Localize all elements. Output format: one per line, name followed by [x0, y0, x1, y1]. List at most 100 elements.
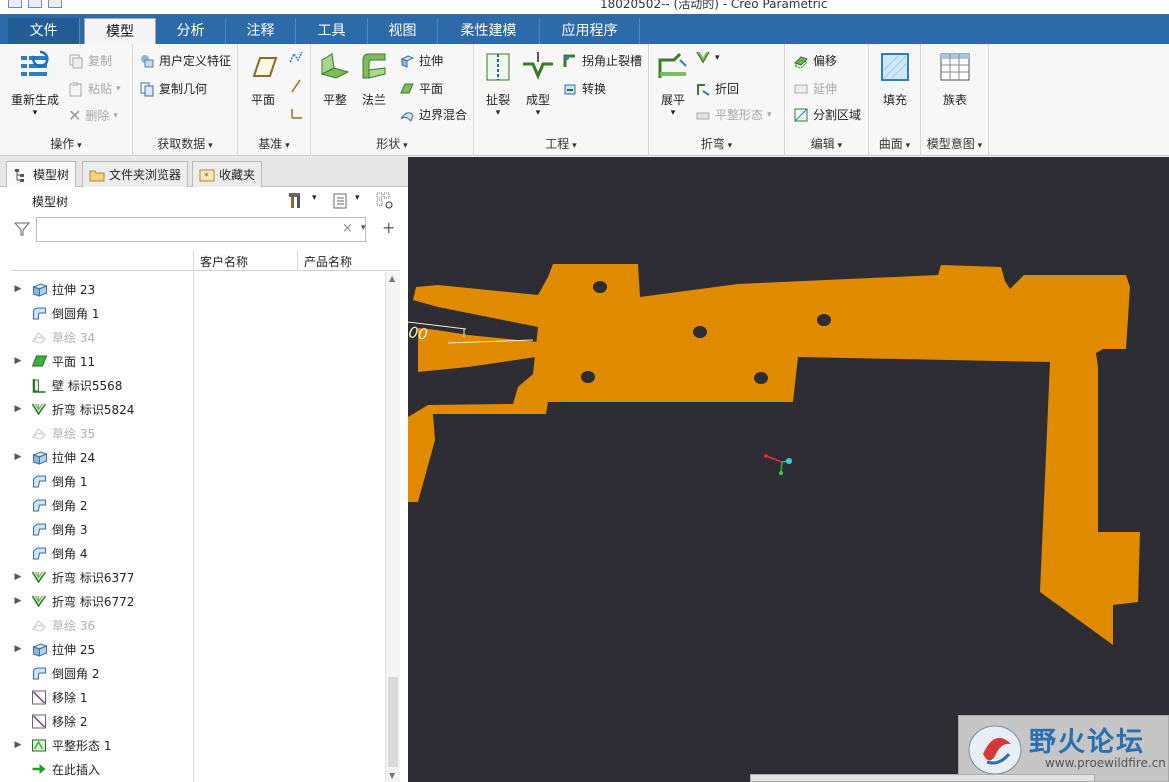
graphics-window[interactable]: 00 — [408, 157, 1169, 782]
coordinate-system-icon[interactable] — [288, 106, 304, 122]
tree-scrollbar[interactable]: ▲ ▼ — [385, 272, 400, 782]
bend-button[interactable]: ▾ — [695, 50, 720, 66]
rip-button[interactable]: 扯裂 ▾ — [478, 50, 518, 118]
scrollbar-thumb[interactable] — [388, 677, 398, 767]
expand-arrow-icon[interactable]: ▶ — [12, 644, 24, 654]
paste-button[interactable]: 粘贴 ▾ — [68, 80, 121, 97]
datum-plane-button[interactable]: 平面 — [244, 50, 282, 108]
group-label-datum[interactable]: 基准 — [238, 135, 310, 152]
tab-applications[interactable]: 应用程序 — [540, 18, 640, 44]
convert-button[interactable]: 转换 — [562, 80, 606, 97]
group-label-get-data[interactable]: 获取数据 — [133, 135, 237, 152]
extend-button[interactable]: 延伸 — [793, 80, 837, 97]
open-file-icon[interactable] — [28, 0, 42, 8]
chevron-down-icon[interactable]: ▾ — [361, 223, 366, 233]
flange-wall-button[interactable]: 法兰 — [355, 50, 393, 108]
tree-item[interactable]: 倒角 2 — [12, 493, 192, 517]
tree-item[interactable]: ▶ 折弯 标识6377 — [12, 565, 192, 589]
sheetmetal-part[interactable]: 00 — [408, 157, 1169, 782]
flatten-wall-button[interactable]: 平整 — [315, 50, 355, 108]
quick-access-toolbar[interactable] — [8, 0, 62, 8]
tab-annotate[interactable]: 注释 — [226, 18, 296, 44]
unbend-button[interactable]: 展平 ▾ — [653, 50, 693, 118]
group-label-model-intent[interactable]: 模型意图 — [921, 135, 988, 152]
corner-relief-button[interactable]: 拐角止裂槽 — [562, 52, 642, 69]
tab-file[interactable]: 文件 — [8, 18, 80, 44]
chevron-down-icon[interactable]: ▾ — [355, 193, 360, 203]
planar-button[interactable]: 平面 — [399, 80, 443, 97]
tree-item[interactable]: ▶ 平整形态 1 — [12, 733, 192, 757]
group-label-bends[interactable]: 折弯 — [649, 135, 784, 152]
tree-item[interactable]: 倒角 4 — [12, 541, 192, 565]
tree-item[interactable]: ▶ 折弯 标识6772 — [12, 589, 192, 613]
group-label-operations[interactable]: 操作 — [0, 135, 132, 152]
expand-arrow-icon[interactable]: ▶ — [12, 356, 24, 366]
group-label-shapes[interactable]: 形状 — [311, 135, 473, 152]
show-options-icon[interactable] — [332, 193, 348, 209]
tree-item[interactable]: 在此插入 — [12, 757, 192, 781]
form-button[interactable]: 成型 ▾ — [518, 50, 558, 118]
expand-arrow-icon[interactable]: ▶ — [12, 596, 24, 606]
tree-item[interactable]: 倒圆角 1 — [12, 301, 192, 325]
clear-icon[interactable]: × — [342, 221, 353, 236]
group-label-surfaces[interactable]: 曲面 — [869, 135, 920, 152]
tree-item[interactable]: ▶ 平面 11 — [12, 349, 192, 373]
tree-search-input[interactable] — [36, 217, 366, 242]
tree-item[interactable]: ▶ 折弯 标识5824 — [12, 397, 192, 421]
tab-model[interactable]: 模型 — [84, 18, 156, 44]
expand-arrow-icon[interactable]: ▶ — [12, 404, 24, 414]
tree-item[interactable]: 倒角 3 — [12, 517, 192, 541]
tab-analysis[interactable]: 分析 — [156, 18, 226, 44]
datum-curve-icon[interactable] — [288, 78, 304, 94]
copy-geometry-button[interactable]: 复制几何 — [139, 80, 207, 97]
family-table-button[interactable]: 族表 — [935, 50, 975, 108]
flat-state-button[interactable]: 平整形态 ▾ — [695, 106, 772, 123]
udf-button[interactable]: 用户定义特征 — [139, 52, 231, 69]
column-customer-name[interactable]: 客户名称 — [200, 253, 248, 270]
column-product-name[interactable]: 产品名称 — [304, 253, 352, 270]
tree-item[interactable]: 壁 标识5568 — [12, 373, 192, 397]
tab-model-tree[interactable]: 模型树 — [6, 161, 77, 187]
copy-button[interactable]: 复制 — [68, 52, 112, 69]
offset-button[interactable]: 偏移 — [793, 52, 837, 69]
filter-icon[interactable] — [14, 221, 30, 237]
tree-settings-icon[interactable] — [288, 192, 304, 210]
regenerate-button[interactable]: 重新生成 ▾ — [6, 50, 64, 118]
expand-arrow-icon[interactable]: ▶ — [12, 572, 24, 582]
save-icon[interactable] — [48, 0, 62, 8]
scroll-up-icon[interactable]: ▲ — [389, 274, 395, 283]
tree-item[interactable]: 草绘 34 — [12, 325, 192, 349]
tab-tools[interactable]: 工具 — [296, 18, 368, 44]
tree-item[interactable]: ▶ 拉伸 25 — [12, 637, 192, 661]
expand-arrow-icon[interactable]: ▶ — [12, 452, 24, 462]
scroll-down-icon[interactable]: ▼ — [389, 771, 395, 780]
tab-flexible-modeling[interactable]: 柔性建模 — [438, 18, 540, 44]
expand-arrow-icon[interactable]: ▶ — [12, 284, 24, 294]
datum-axis-icon[interactable] — [288, 50, 304, 66]
new-file-icon[interactable] — [8, 0, 22, 8]
tree-item[interactable]: 倒圆角 2 — [12, 661, 192, 685]
split-area-button[interactable]: 分割区域 — [793, 106, 861, 123]
bend-back-button[interactable]: 折回 — [695, 80, 739, 97]
fill-button[interactable]: 填充 — [875, 50, 915, 108]
extrude-button[interactable]: 拉伸 — [399, 52, 443, 69]
expand-arrow-icon[interactable]: ▶ — [12, 740, 24, 750]
tab-folder-browser[interactable]: 文件夹浏览器 — [82, 161, 189, 187]
group-label-editing[interactable]: 编辑 — [785, 135, 868, 152]
tree-item[interactable]: 移除 1 — [12, 685, 192, 709]
tree-item[interactable]: 移除 2 — [12, 709, 192, 733]
tree-filters-icon[interactable] — [376, 192, 394, 210]
tree-item[interactable]: 倒角 1 — [12, 469, 192, 493]
chevron-down-icon[interactable]: ▾ — [312, 193, 317, 203]
tab-view[interactable]: 视图 — [368, 18, 438, 44]
group-label-engineering[interactable]: 工程 — [474, 135, 648, 152]
view-toolbar[interactable] — [750, 774, 1095, 782]
tree-item[interactable]: ▶ 拉伸 23 — [12, 277, 192, 301]
tree-item[interactable]: 草绘 35 — [12, 421, 192, 445]
tree-item[interactable]: 草绘 36 — [12, 613, 192, 637]
add-icon[interactable]: + — [382, 218, 395, 237]
boundary-blend-button[interactable]: 边界混合 — [399, 106, 467, 123]
delete-button[interactable]: ✕ 删除 ▾ — [68, 106, 118, 125]
tab-favorites[interactable]: * 收藏夹 — [192, 161, 263, 187]
tree-item[interactable]: ▶ 拉伸 24 — [12, 445, 192, 469]
